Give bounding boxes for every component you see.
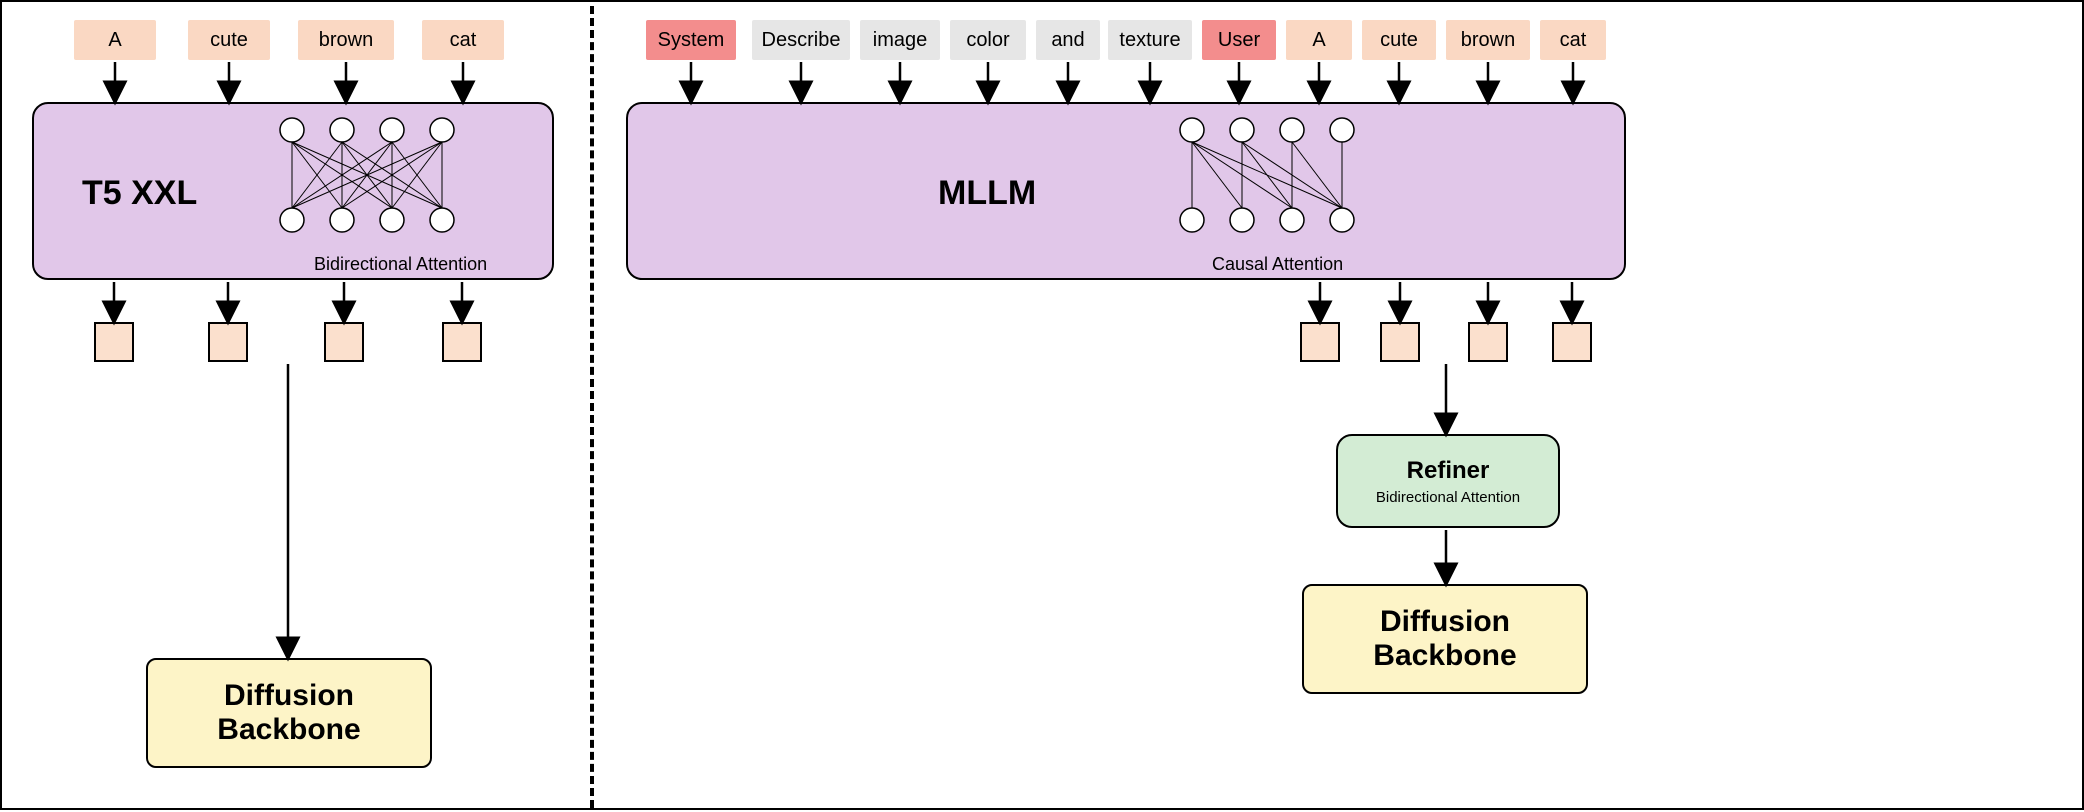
left-token-0: A: [74, 20, 156, 60]
left-attention-caption: Bidirectional Attention: [314, 254, 487, 275]
left-token-2: brown: [298, 20, 394, 60]
right-output-0: [1300, 322, 1340, 362]
right-token-9: brown: [1446, 20, 1530, 60]
left-encoder: T5 XXL Bidirectional Attention: [32, 102, 554, 280]
left-output-2: [324, 322, 364, 362]
left-diffusion-label: DiffusionBackbone: [217, 679, 360, 748]
right-encoder-title: MLLM: [938, 174, 1036, 213]
left-output-3: [442, 322, 482, 362]
right-token-8: cute: [1362, 20, 1436, 60]
right-output-1: [1380, 322, 1420, 362]
right-token-7: A: [1286, 20, 1352, 60]
right-token-3: color: [950, 20, 1026, 60]
right-diffusion-backbone: DiffusionBackbone: [1302, 584, 1588, 694]
left-output-0: [94, 322, 134, 362]
refiner-subtitle: Bidirectional Attention: [1376, 489, 1520, 506]
left-token-1: cute: [188, 20, 270, 60]
left-encoder-title: T5 XXL: [82, 174, 197, 213]
right-output-2: [1468, 322, 1508, 362]
left-diffusion-backbone: DiffusionBackbone: [146, 658, 432, 768]
refiner-title: Refiner: [1407, 457, 1490, 485]
right-token-2: image: [860, 20, 940, 60]
right-token-5: texture: [1108, 20, 1192, 60]
right-attention-caption: Causal Attention: [1212, 254, 1343, 275]
right-token-6: User: [1202, 20, 1276, 60]
right-diffusion-label: DiffusionBackbone: [1373, 605, 1516, 674]
center-divider: [590, 6, 594, 808]
right-encoder: MLLM Causal Attention: [626, 102, 1626, 280]
left-output-1: [208, 322, 248, 362]
right-token-4: and: [1036, 20, 1100, 60]
diagram-canvas: A cute brown cat T5 XXL Bidirectional At…: [0, 0, 2084, 810]
refiner-block: Refiner Bidirectional Attention: [1336, 434, 1560, 528]
right-output-3: [1552, 322, 1592, 362]
right-token-1: Describe: [752, 20, 850, 60]
left-token-3: cat: [422, 20, 504, 60]
right-token-0: System: [646, 20, 736, 60]
right-token-10: cat: [1540, 20, 1606, 60]
